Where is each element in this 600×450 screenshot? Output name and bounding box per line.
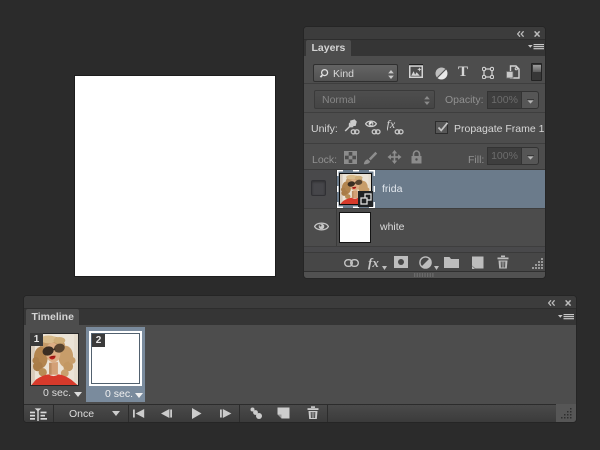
- svg-text:fx: fx: [387, 118, 396, 131]
